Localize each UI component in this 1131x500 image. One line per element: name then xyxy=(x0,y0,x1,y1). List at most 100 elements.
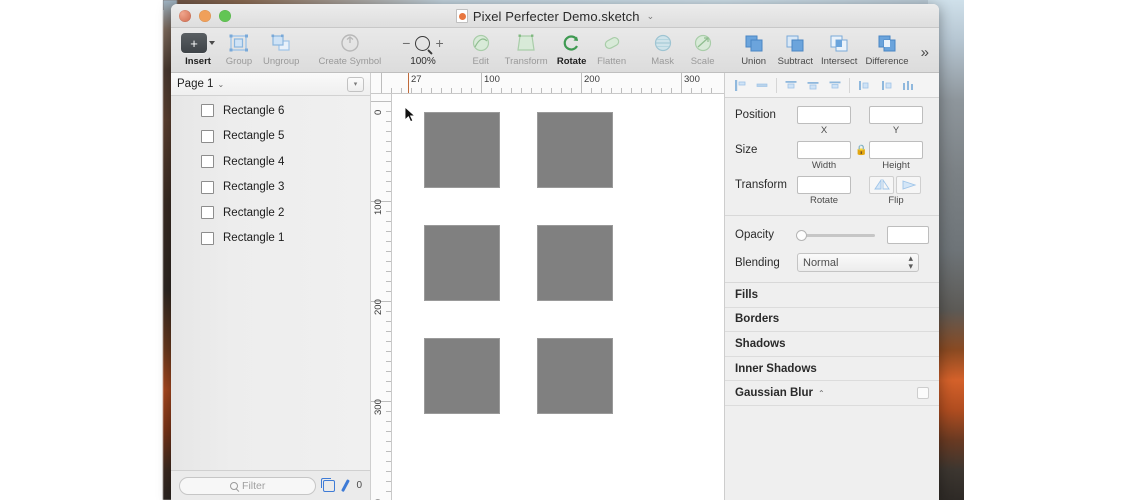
canvas-rectangle[interactable] xyxy=(424,225,500,301)
toolbar-label-group: Group xyxy=(226,56,252,67)
layer-row[interactable]: Rectangle 4 xyxy=(171,149,370,175)
ruler-label: 200 xyxy=(373,299,384,315)
pen-icon[interactable] xyxy=(339,479,352,492)
subtract-icon xyxy=(784,31,806,55)
ruler-tick xyxy=(386,311,391,312)
opacity-input[interactable] xyxy=(887,226,929,244)
horizontal-ruler[interactable]: 27100200300 xyxy=(371,73,724,94)
inspector-section-fills[interactable]: Fills xyxy=(725,283,939,308)
toolbar-item-difference[interactable]: Difference xyxy=(861,31,912,67)
toolbar-item-rotate[interactable]: Rotate xyxy=(552,31,592,67)
vertical-ruler[interactable]: 0100200300400 xyxy=(371,94,392,500)
distribute-spacing-icon[interactable] xyxy=(897,75,919,95)
ruler-tick xyxy=(386,491,391,492)
layer-row[interactable]: Rectangle 1 xyxy=(171,226,370,252)
ruler-tick xyxy=(591,88,592,93)
toolbar-item-edit[interactable]: Edit xyxy=(461,31,501,67)
ruler-tick xyxy=(441,88,442,93)
duplicate-icon[interactable] xyxy=(323,480,335,492)
layer-visibility-checkbox[interactable] xyxy=(201,206,214,219)
align-left-icon[interactable] xyxy=(729,75,751,95)
layer-row[interactable]: Rectangle 6 xyxy=(171,98,370,124)
section-enable-checkbox[interactable] xyxy=(917,387,929,399)
layer-row[interactable]: Rectangle 2 xyxy=(171,200,370,226)
ruler-tick xyxy=(386,451,391,452)
filter-input[interactable]: Filter xyxy=(179,477,316,495)
intersect-icon xyxy=(828,31,850,55)
lock-icon[interactable]: 🔒 xyxy=(855,145,865,156)
toolbar-item-ungroup[interactable]: Ungroup xyxy=(259,31,303,67)
inspector-section-gaussian-blur[interactable]: Gaussian Blur⌃ xyxy=(725,381,939,406)
inspector-section-borders[interactable]: Borders xyxy=(725,308,939,333)
inspector-section-shadows[interactable]: Shadows xyxy=(725,332,939,357)
ruler-tick xyxy=(386,411,391,412)
layer-visibility-checkbox[interactable] xyxy=(201,130,214,143)
flip-horizontal-icon[interactable] xyxy=(869,176,894,194)
layer-visibility-checkbox[interactable] xyxy=(201,104,214,117)
ruler-tick xyxy=(431,88,432,93)
zoom-out-button[interactable]: − xyxy=(402,35,410,51)
flip-vertical-icon[interactable] xyxy=(896,176,921,194)
align-top-icon[interactable] xyxy=(780,75,802,95)
toolbar-label-intersect: Intersect xyxy=(821,56,857,67)
layer-visibility-checkbox[interactable] xyxy=(201,155,214,168)
page-selector-row[interactable]: Page 1 ⌄ ▾ xyxy=(171,73,370,96)
chevron-updown-icon[interactable]: ⌃ xyxy=(818,389,825,398)
toolbar-overflow-button[interactable]: » xyxy=(921,42,933,61)
align-middle-icon[interactable] xyxy=(802,75,824,95)
size-height-input[interactable] xyxy=(869,141,923,159)
toolbar-item-insert[interactable]: + Insert xyxy=(177,31,219,67)
inspector-section-inner-shadows[interactable]: Inner Shadows xyxy=(725,357,939,382)
chevron-down-icon: ⌄ xyxy=(217,80,224,89)
toolbar-item-group[interactable]: Group xyxy=(219,31,259,67)
layer-row[interactable]: Rectangle 3 xyxy=(171,175,370,201)
magnifier-icon[interactable] xyxy=(415,36,430,51)
layer-visibility-checkbox[interactable] xyxy=(201,181,214,194)
align-bottom-icon[interactable] xyxy=(824,75,846,95)
position-x-input[interactable] xyxy=(797,106,851,124)
distribute-horizontal-icon[interactable] xyxy=(853,75,875,95)
canvas-rectangle[interactable] xyxy=(537,225,613,301)
distribute-vertical-icon[interactable] xyxy=(875,75,897,95)
blending-select[interactable]: Normal ▴▾ xyxy=(797,253,919,272)
size-height-sublabel: Height xyxy=(869,160,923,171)
toolbar-item-subtract[interactable]: Subtract xyxy=(774,31,817,67)
align-center-horizontal-icon[interactable] xyxy=(751,75,773,95)
mask-icon xyxy=(652,31,674,55)
transform-rotate-input[interactable] xyxy=(797,176,851,194)
canvas-rectangle[interactable] xyxy=(424,112,500,188)
ruler-tick xyxy=(691,88,692,93)
design-canvas[interactable] xyxy=(392,94,724,500)
zoom-in-button[interactable]: + xyxy=(435,35,443,51)
toolbar-zoom-control[interactable]: − + 100% xyxy=(396,31,449,67)
page-list-icon[interactable]: ▾ xyxy=(347,77,364,92)
ruler-label: 300 xyxy=(373,399,384,415)
opacity-slider[interactable] xyxy=(797,234,875,237)
toolbar-item-union[interactable]: Union xyxy=(734,31,774,67)
toolbar-item-transform[interactable]: Transform xyxy=(501,31,552,67)
layer-visibility-checkbox[interactable] xyxy=(201,232,214,245)
toolbar-item-scale[interactable]: Scale xyxy=(683,31,723,67)
layers-list: Rectangle 6Rectangle 5Rectangle 4Rectang… xyxy=(171,96,370,470)
ruler-tick xyxy=(571,88,572,93)
toolbar-item-mask[interactable]: Mask xyxy=(643,31,683,67)
canvas-rectangle[interactable] xyxy=(537,112,613,188)
size-width-input[interactable] xyxy=(797,141,851,159)
plus-square-icon: + xyxy=(181,33,207,53)
layer-name-label: Rectangle 5 xyxy=(223,130,284,142)
toolbar-label-insert: Insert xyxy=(185,56,211,67)
layer-name-label: Rectangle 2 xyxy=(223,207,284,219)
canvas-rectangle[interactable] xyxy=(424,338,500,414)
opacity-slider-knob[interactable] xyxy=(796,230,807,241)
position-y-input[interactable] xyxy=(869,106,923,124)
alignment-separator-2 xyxy=(849,78,850,93)
toolbar-item-flatten[interactable]: Flatten xyxy=(592,31,632,67)
ruler-tick xyxy=(386,291,391,292)
layer-name-label: Rectangle 1 xyxy=(223,232,284,244)
toolbar-item-intersect[interactable]: Intersect xyxy=(817,31,861,67)
title-chevron-down-icon[interactable]: ⌄ xyxy=(647,11,655,22)
ruler-tick xyxy=(651,88,652,93)
layer-row[interactable]: Rectangle 5 xyxy=(171,124,370,150)
toolbar-item-create-symbol[interactable]: Create Symbol xyxy=(314,31,385,67)
canvas-rectangle[interactable] xyxy=(537,338,613,414)
